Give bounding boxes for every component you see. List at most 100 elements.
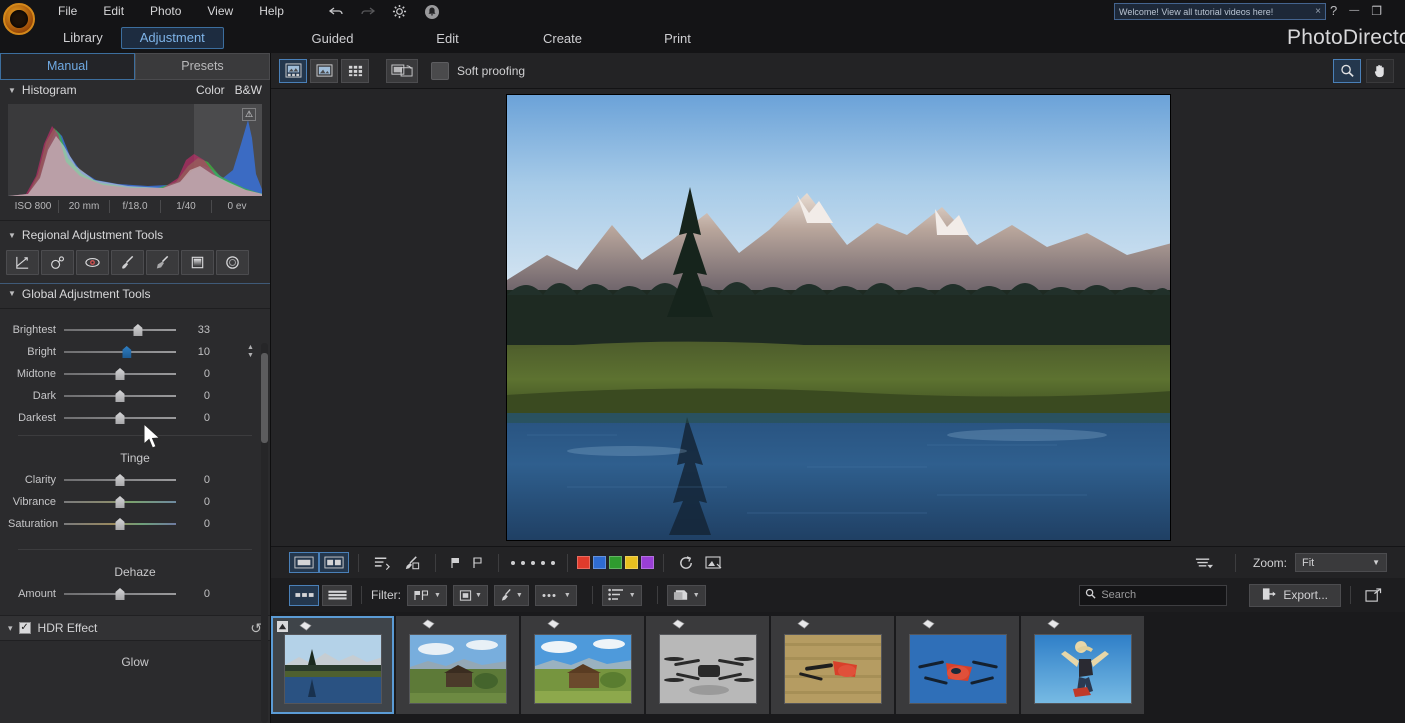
slider-track-bright[interactable]: [64, 345, 176, 359]
menu-help[interactable]: Help: [246, 0, 297, 23]
welcome-toast[interactable]: Welcome! View all tutorial videos here! …: [1114, 3, 1326, 20]
list-view-icon[interactable]: [322, 584, 352, 606]
view-compare-icon[interactable]: [279, 58, 307, 83]
slider-track-vibrance[interactable]: [64, 495, 176, 509]
export-button[interactable]: Export...: [1249, 583, 1341, 607]
module-tab-create[interactable]: Create: [505, 31, 620, 46]
module-tab-print[interactable]: Print: [620, 31, 735, 46]
restore-button[interactable]: ❐: [1371, 2, 1382, 20]
slider-track-clarity[interactable]: [64, 473, 176, 487]
slider-value[interactable]: 0: [176, 412, 210, 424]
rating-filter-icon[interactable]: ▼: [452, 584, 488, 606]
color-swatch-blue[interactable]: [593, 556, 606, 569]
photo-preview[interactable]: [505, 94, 1171, 541]
search-box[interactable]: ×: [1079, 584, 1255, 606]
zoom-select[interactable]: Fit ▼: [1295, 553, 1387, 572]
tab-manual[interactable]: Manual: [0, 53, 135, 80]
soft-proofing-checkbox[interactable]: [431, 61, 449, 80]
list-item[interactable]: [646, 616, 769, 714]
module-tab-adjustment[interactable]: Adjustment: [120, 27, 224, 49]
slider-value[interactable]: 0: [176, 496, 210, 508]
zoom-tool-icon[interactable]: [1333, 58, 1361, 83]
edit-tag-icon[interactable]: [397, 552, 426, 573]
view-duplicate-icon[interactable]: [386, 58, 418, 83]
slider-thumb[interactable]: [115, 518, 125, 530]
slider-track-brightest[interactable]: [64, 323, 176, 337]
stack-icon[interactable]: ▼: [666, 584, 706, 606]
slider-track-midtone[interactable]: [64, 367, 176, 381]
tab-presets[interactable]: Presets: [135, 53, 270, 80]
color-swatch-green[interactable]: [609, 556, 622, 569]
slider-value[interactable]: 0: [176, 518, 210, 530]
histogram-bw-toggle[interactable]: B&W: [235, 83, 262, 97]
menu-file[interactable]: File: [45, 0, 90, 23]
list-item[interactable]: [896, 616, 1019, 714]
sort-order-icon[interactable]: ▼: [601, 584, 642, 606]
slider-thumb[interactable]: [115, 412, 125, 424]
smart-brush-icon[interactable]: [146, 250, 179, 275]
clipping-warning-icon[interactable]: ⚠: [242, 108, 256, 121]
flag-filter-icon[interactable]: ▼: [407, 584, 447, 606]
slider-value[interactable]: 10: [176, 346, 210, 358]
compare-view-icon[interactable]: [319, 552, 349, 573]
close-icon[interactable]: ×: [1311, 6, 1321, 17]
sort-list-icon[interactable]: [368, 552, 397, 573]
gear-icon[interactable]: [391, 3, 409, 21]
redo-icon[interactable]: [359, 3, 377, 21]
slider-value[interactable]: 0: [176, 474, 210, 486]
rating-dot[interactable]: [521, 560, 525, 565]
rating-dot[interactable]: [541, 560, 545, 565]
slider-value[interactable]: 0: [176, 368, 210, 380]
slider-value[interactable]: 0: [176, 588, 210, 600]
undo-icon[interactable]: [327, 3, 345, 21]
menu-edit[interactable]: Edit: [90, 0, 137, 23]
global-tools-header[interactable]: ▼ Global Adjustment Tools: [0, 283, 270, 303]
slider-value[interactable]: 33: [176, 324, 210, 336]
radial-mask-icon[interactable]: [216, 250, 249, 275]
view-grid-icon[interactable]: [341, 58, 369, 83]
slider-thumb[interactable]: [115, 588, 125, 600]
rotate-right-icon[interactable]: [673, 552, 700, 573]
color-swatch-purple[interactable]: [641, 556, 654, 569]
list-item[interactable]: [771, 616, 894, 714]
slider-track-dark[interactable]: [64, 389, 176, 403]
menu-view[interactable]: View: [194, 0, 246, 23]
red-eye-icon[interactable]: [76, 250, 109, 275]
panel-scrollbar[interactable]: [261, 343, 268, 723]
rating-stars[interactable]: [508, 560, 558, 565]
adjustment-curve-icon[interactable]: [6, 250, 39, 275]
histogram-graph[interactable]: ⚠: [8, 104, 262, 196]
rating-dot[interactable]: [551, 560, 555, 565]
histogram-color-toggle[interactable]: Color: [196, 83, 225, 97]
minimize-button[interactable]: —: [1349, 2, 1359, 20]
list-item[interactable]: [1021, 616, 1144, 714]
list-item[interactable]: [521, 616, 644, 714]
slider-thumb[interactable]: [115, 496, 125, 508]
color-filter-icon[interactable]: ▼: [493, 584, 529, 606]
rating-dot[interactable]: [511, 560, 515, 565]
slider-track-darkest[interactable]: [64, 411, 176, 425]
filter-sort-icon[interactable]: [1189, 552, 1218, 573]
chevron-down-icon[interactable]: ▾: [8, 623, 13, 634]
list-item[interactable]: [271, 616, 394, 714]
tag-view-icon[interactable]: [700, 552, 728, 573]
color-swatch-red[interactable]: [577, 556, 590, 569]
color-swatch-yellow[interactable]: [625, 556, 638, 569]
slider-thumb[interactable]: [115, 474, 125, 486]
slider-thumb[interactable]: [115, 368, 125, 380]
spot-removal-icon[interactable]: [41, 250, 74, 275]
gradient-mask-icon[interactable]: [181, 250, 214, 275]
filmstrip-view-icon[interactable]: [289, 584, 319, 606]
slider-thumb[interactable]: [115, 390, 125, 402]
slider-thumb[interactable]: [122, 346, 132, 358]
scrollbar-thumb[interactable]: [261, 353, 268, 443]
flag-pick-icon[interactable]: [445, 552, 467, 573]
value-stepper[interactable]: ▲ ▼: [247, 344, 256, 359]
hand-tool-icon[interactable]: [1366, 58, 1394, 83]
slider-track-dehaze[interactable]: [64, 587, 176, 601]
flag-reject-icon[interactable]: [467, 552, 489, 573]
soft-proofing-control[interactable]: Soft proofing: [431, 61, 525, 80]
hdr-effect-checkbox[interactable]: ✓: [18, 622, 31, 634]
slider-value[interactable]: 0: [176, 390, 210, 402]
view-single-icon[interactable]: [310, 58, 338, 83]
